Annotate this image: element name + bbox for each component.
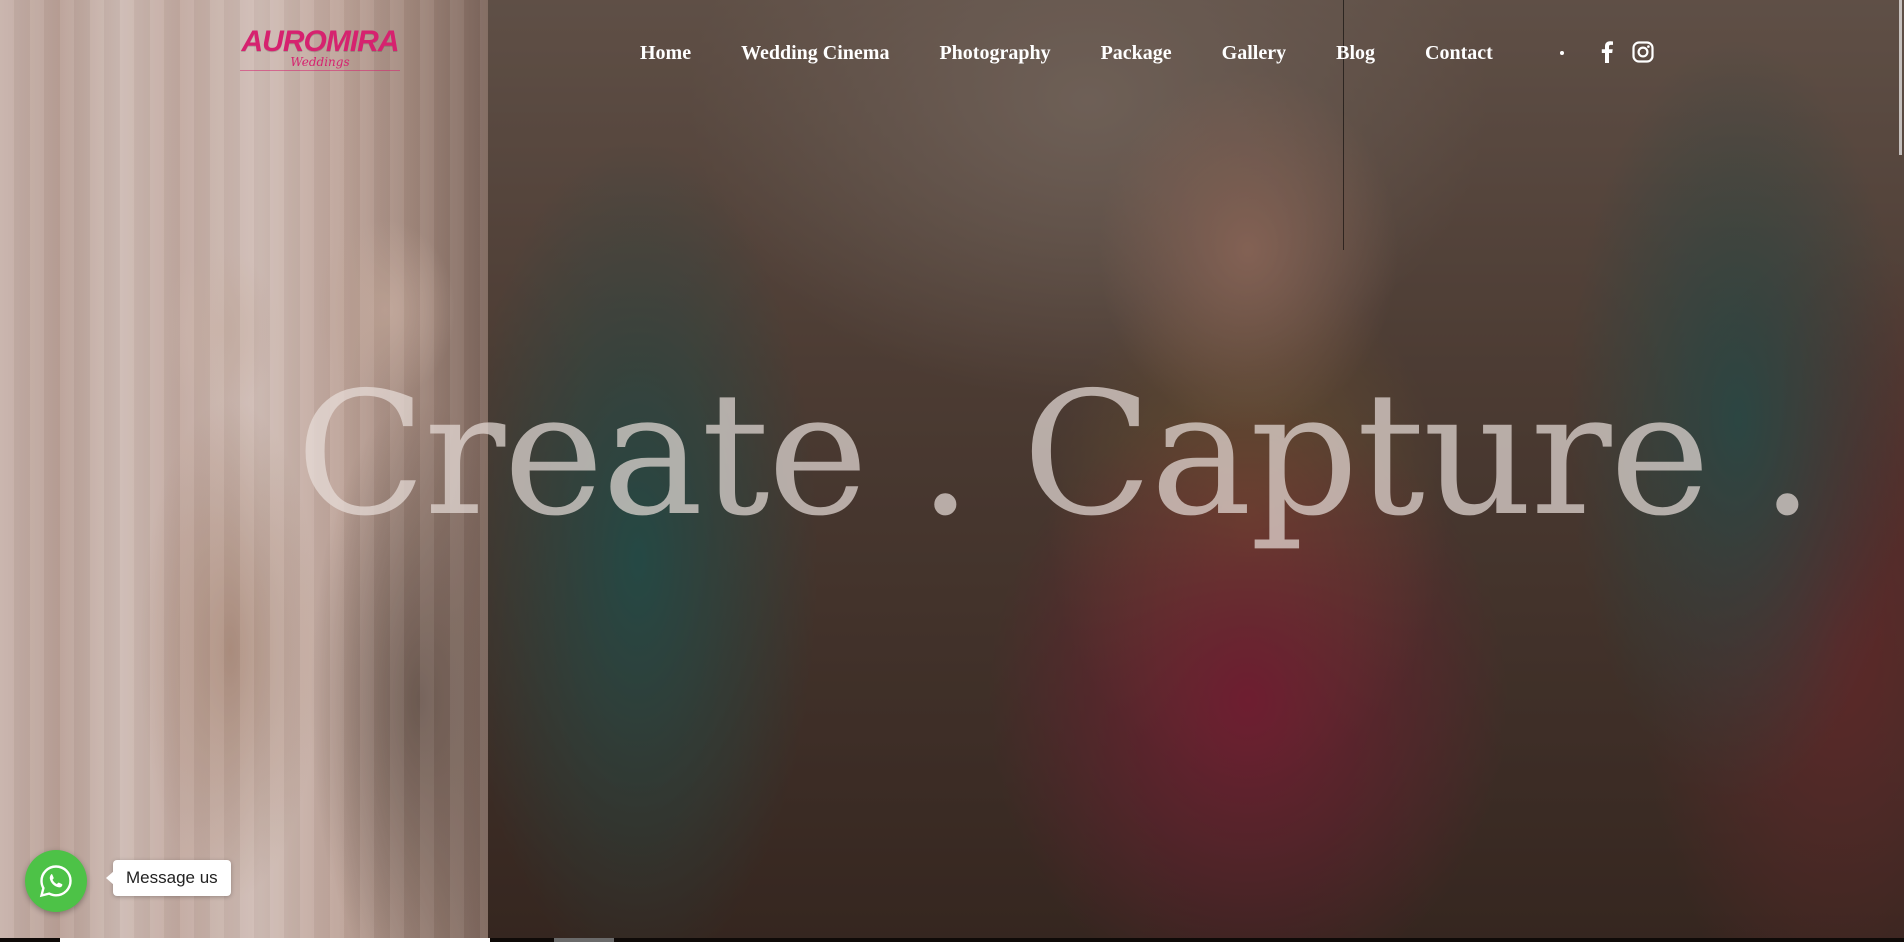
slider-progress-next[interactable] [554,938,614,942]
whatsapp-icon [39,865,72,898]
logo-subtext: Weddings [290,55,350,69]
nav-item-blog[interactable]: Blog [1336,42,1375,65]
whatsapp-button[interactable] [25,850,87,912]
scrollbar-thumb[interactable] [1899,0,1902,155]
nav-item-package[interactable]: Package [1101,42,1172,65]
nav-item-gallery[interactable]: Gallery [1222,42,1286,65]
whatsapp-message-label[interactable]: Message us [106,860,231,896]
nav-item-contact[interactable]: Contact [1425,42,1493,65]
nav-separator-dot [1560,51,1564,55]
slider-progress [0,938,1904,942]
hero-slider: Create . Capture . [0,0,1904,938]
hero-headline: Create . Capture . [296,356,1814,554]
social-links [1596,40,1654,64]
slider-progress-active[interactable] [60,938,490,942]
main-navigation: Home Wedding Cinema Photography Package … [640,38,1493,68]
site-logo[interactable]: AUROMIRA Weddings [238,26,402,78]
facebook-icon[interactable] [1596,40,1618,64]
nav-item-wedding-cinema[interactable]: Wedding Cinema [741,42,889,65]
instagram-icon[interactable] [1632,40,1654,64]
logo-underline [240,70,400,71]
nav-item-photography[interactable]: Photography [939,42,1050,65]
nav-item-home[interactable]: Home [640,42,691,65]
logo-text: AUROMIRA [241,25,400,58]
